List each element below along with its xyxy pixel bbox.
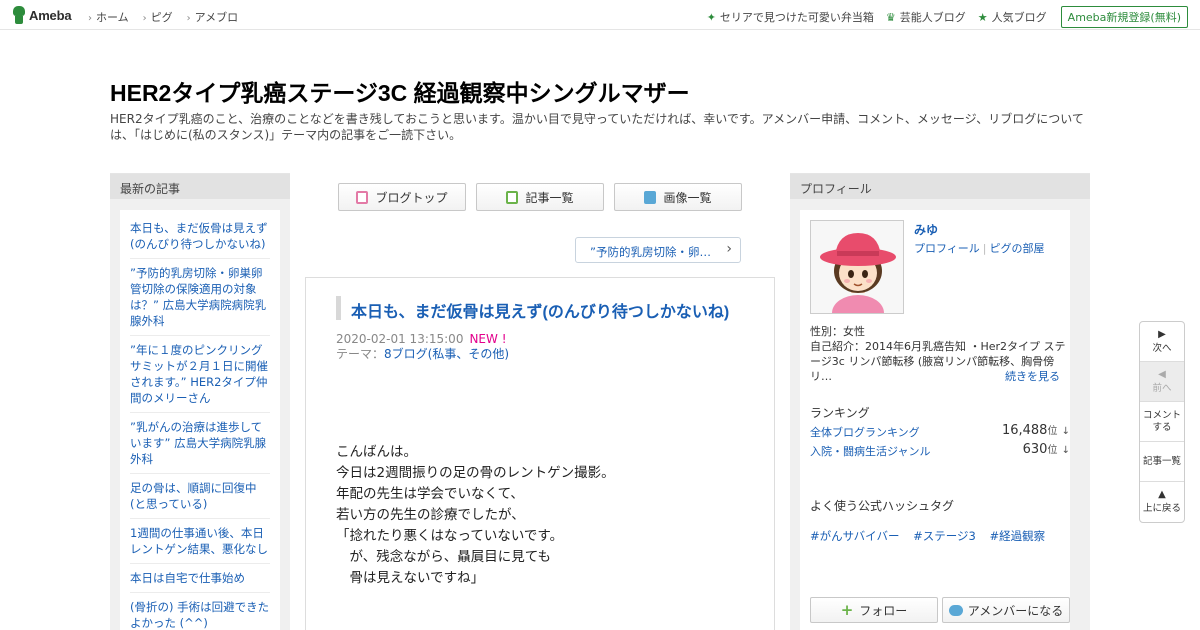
prev-button[interactable]: ◀ 前へ <box>1140 362 1184 402</box>
hashtag[interactable]: #経過観察 <box>990 529 1046 543</box>
global-header: Ameba ホーム ピグ アメブロ ✦セリアで見つけた可愛い弁当箱 ♛芸能人ブロ… <box>0 0 1200 30</box>
previous-entry-link[interactable]: ”予防的乳房切除・卵… <box>575 237 741 263</box>
amember-button[interactable]: アメンバーになる <box>942 597 1070 623</box>
article-date: 2020-02-01 13:15:00 <box>336 332 464 346</box>
nav-home[interactable]: ホーム <box>88 9 129 25</box>
triangle-up-icon: ▲ <box>1158 489 1166 500</box>
comment-button[interactable]: コメント する <box>1140 402 1184 442</box>
body-line: 若い方の先生の診療でしたが、 <box>336 507 525 523</box>
hashtag[interactable]: #ステージ3 <box>913 529 976 543</box>
profile-link[interactable]: プロフィール <box>914 242 980 255</box>
article-title[interactable]: 本日も、まだ仮骨は見えず(のんびり待つしかないね) <box>336 296 746 321</box>
recent-entry[interactable]: 足の骨は、順調に回復中(と思っている) <box>130 480 270 519</box>
new-badge: NEW ! <box>469 332 507 346</box>
recent-entry[interactable]: ”乳がんの治療は進歩しています” 広島大学病院乳腺外科 <box>130 419 270 474</box>
header-link-featured[interactable]: ✦ セリアで見つけた可愛い弁当箱 <box>707 9 874 25</box>
nav-ameblo[interactable]: アメブロ <box>187 9 238 25</box>
entry-list-side-button[interactable]: 記事一覧 <box>1140 442 1184 482</box>
ranking-name[interactable]: 全体ブログランキング <box>810 426 920 439</box>
recent-entry[interactable]: (骨折の) 手術は回避できた よかった (^^) <box>130 599 270 630</box>
ranking-row: 入院・闘病生活ジャンル 630位 ↓ <box>810 442 1070 459</box>
next-button[interactable]: ▶ 次へ <box>1140 322 1184 362</box>
ranking-heading: ランキング <box>810 406 870 420</box>
recent-entry[interactable]: 本日も、まだ仮骨は見えず(のんびり待つしかないね) <box>130 220 270 259</box>
recent-entries-panel: 最新の記事 本日も、まだ仮骨は見えず(のんびり待つしかないね) ”予防的乳房切除… <box>110 173 290 630</box>
link-separator: | <box>982 242 987 255</box>
header-right-links: ✦ セリアで見つけた可愛い弁当箱 ♛ 芸能人ブログ ★ 人気ブログ Ameba新規登録… <box>695 6 1188 28</box>
avatar-illustration <box>811 221 903 313</box>
pigg-room-link[interactable]: ピグの部屋 <box>990 242 1045 255</box>
ameba-logo[interactable]: Ameba <box>12 6 72 24</box>
nav-pigg[interactable]: ピグ <box>143 9 173 25</box>
play-left-icon: ◀ <box>1158 368 1166 380</box>
ameba-logo-icon <box>12 6 26 24</box>
hashtags-heading: よく使う公式ハッシュタグ <box>810 499 955 513</box>
profile-links: プロフィール | ピグの部屋 <box>914 240 1045 256</box>
profile-name[interactable]: みゆ <box>914 221 938 238</box>
crown-icon: ♛ <box>885 10 896 24</box>
theme-label: テーマ： <box>336 347 385 361</box>
sparkle-icon: ✦ <box>706 10 716 24</box>
blog-top-button[interactable]: ブログトップ <box>338 183 466 211</box>
body-line: 「捻れたり悪くはなっていないです。 <box>336 528 564 544</box>
ranking-name[interactable]: 入院・闘病生活ジャンル <box>810 445 930 458</box>
global-nav: ホーム ピグ アメブロ <box>88 9 252 25</box>
blog-title[interactable]: HER2タイプ乳癌ステージ3C 経過観察中シングルマザー <box>110 74 690 108</box>
entry-list-button[interactable]: 記事一覧 <box>476 183 604 211</box>
recent-entry[interactable]: ”予防的乳房切除・卵巣卵管切除の保険適用の対象は？” 広島大学病院病院乳腺外科 <box>130 265 270 336</box>
recent-entry[interactable]: 1週間の仕事通い後、本日レントゲン結果、悪化なし <box>130 525 270 564</box>
read-more-link[interactable]: 続きを見る <box>1005 368 1060 384</box>
recent-entry[interactable]: ”年に１度のピンクリングサミットが２月１日に開催されます。” HER2タイプ仲間… <box>130 342 270 413</box>
ranking-value: 630位 ↓ <box>1022 442 1070 457</box>
speech-bubble-icon <box>948 604 963 616</box>
logo-text: Ameba <box>29 7 72 23</box>
follow-button[interactable]: + フォロー <box>810 597 938 623</box>
profile-gender: 性別：女性 <box>810 325 865 338</box>
body-line: が、残念ながら、贔屓目に見ても <box>336 549 552 565</box>
header-link-popular[interactable]: ★ 人気ブログ <box>978 9 1047 25</box>
avatar[interactable] <box>810 220 904 314</box>
hashtag[interactable]: #がんサバイバー <box>810 529 899 543</box>
article-meta: 2020-02-01 13:15:00 NEW ! テーマ：8ブログ(私事、その他… <box>336 332 509 362</box>
article-body: こんばんは。 今日は2週間振りの足の骨のレントゲン撮影。 年配の先生は学会でいな… <box>336 442 615 589</box>
body-line: 骨は見えないですね」 <box>336 570 485 586</box>
image-list-button[interactable]: 画像一覧 <box>614 183 742 211</box>
body-line: 年配の先生は学会でいなくて、 <box>336 486 524 502</box>
notebook-icon <box>356 190 369 204</box>
blog-toolbar: ブログトップ 記事一覧 画像一覧 <box>338 183 752 211</box>
header-link-celebrity[interactable]: ♛ 芸能人ブログ <box>886 9 966 25</box>
documents-icon <box>506 190 519 204</box>
back-to-top-button[interactable]: ▲ 上に戻る <box>1140 482 1184 522</box>
recent-entries-heading: 最新の記事 <box>110 174 290 199</box>
register-button[interactable]: Ameba新規登録(無料) <box>1060 6 1188 28</box>
ranking-row: 全体ブログランキング 16,488位 ↓ <box>810 423 1070 440</box>
play-right-icon: ▶ <box>1158 328 1166 340</box>
article: 本日も、まだ仮骨は見えず(のんびり待つしかないね) 2020-02-01 13:… <box>305 277 775 630</box>
blog-description: HER2タイプ乳癌のこと、治療のことなどを書き残しておこうと思います。温かい目で… <box>110 112 1084 142</box>
star-icon: ★ <box>977 10 988 24</box>
body-line: こんばんは。 <box>336 444 417 460</box>
profile-box: みゆ プロフィール | ピグの部屋 性別：女性 自己紹介：2014年6月乳癌告知 ・… <box>800 210 1070 630</box>
recent-entry[interactable]: 本日は自宅で仕事始め <box>130 570 270 593</box>
ranking-value: 16,488位 ↓ <box>1001 423 1070 438</box>
profile-panel: プロフィール みゆ プロフィール | ピグの部屋 性別：女性 自己紹介：2014… <box>790 173 1090 630</box>
recent-entries-list: 本日も、まだ仮骨は見えず(のんびり待つしかないね) ”予防的乳房切除・卵巣卵管切… <box>120 210 280 630</box>
profile-heading: プロフィール <box>790 174 1090 199</box>
side-menu: ▶ 次へ ◀ 前へ コメント する 記事一覧 ▲ 上に戻る <box>1139 321 1185 523</box>
plus-icon: + <box>840 601 854 619</box>
hashtags: #がんサバイバー #ステージ3 #経過観察 <box>810 528 1055 544</box>
article-theme-link[interactable]: 8ブログ(私事、その他) <box>384 347 509 361</box>
body-line: 今日は2週間振りの足の骨のレントゲン撮影。 <box>336 465 615 481</box>
camera-icon <box>644 190 657 204</box>
